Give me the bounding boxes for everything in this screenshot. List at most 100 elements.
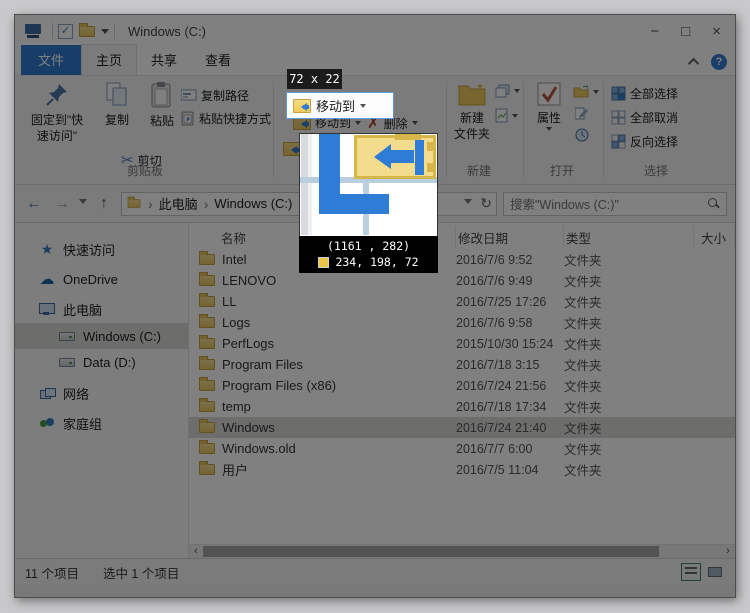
move-to-highlighted-button[interactable]: 移动到 bbox=[286, 92, 394, 119]
column-header-type[interactable]: 类型 bbox=[564, 226, 694, 249]
minimize-ribbon-icon[interactable] bbox=[688, 58, 699, 69]
file-row[interactable]: Program Files 2016/7/18 3:15 文件夹 bbox=[189, 354, 735, 375]
file-row[interactable]: 用户 2016/7/5 11:04 文件夹 bbox=[189, 459, 735, 480]
search-icon[interactable] bbox=[708, 198, 720, 210]
edit-button[interactable] bbox=[575, 107, 588, 120]
file-name: Windows.old bbox=[222, 441, 296, 456]
folder-icon bbox=[199, 275, 215, 286]
items-count: 11 个项目 bbox=[25, 563, 79, 582]
navigation-pane: ★ 快速访问 ☁ OneDrive 此电脑 Windows (C:) bbox=[15, 223, 189, 558]
file-name: LENOVO bbox=[222, 273, 276, 288]
invert-selection-button[interactable]: 反向选择 bbox=[611, 133, 678, 150]
new-folder-button[interactable]: 新建文件夹 bbox=[449, 82, 495, 142]
easy-access-button[interactable] bbox=[495, 84, 520, 98]
close-button[interactable]: × bbox=[712, 23, 721, 40]
drive-icon bbox=[59, 332, 75, 341]
breadcrumb-separator: › bbox=[200, 196, 213, 212]
history-button[interactable] bbox=[575, 128, 589, 142]
sidebar-item-this-pc[interactable]: 此电脑 bbox=[15, 295, 188, 323]
magnified-pixels bbox=[300, 134, 437, 235]
network-icon bbox=[40, 388, 55, 399]
file-row[interactable]: Windows.old 2016/7/7 6:00 文件夹 bbox=[189, 438, 735, 459]
color-swatch bbox=[318, 257, 329, 268]
file-name: 用户 bbox=[222, 460, 248, 479]
up-button[interactable]: ↑ bbox=[93, 195, 115, 213]
folder-icon bbox=[199, 464, 215, 475]
file-row[interactable]: Intel 2016/7/6 9:52 文件夹 bbox=[189, 249, 735, 270]
scroll-right-icon[interactable]: › bbox=[721, 545, 735, 558]
scrollbar-thumb[interactable] bbox=[203, 546, 659, 557]
paste-shortcut-icon bbox=[181, 111, 195, 126]
qat-dropdown-icon[interactable] bbox=[101, 29, 109, 38]
forward-button[interactable]: → bbox=[51, 195, 73, 213]
folder-icon bbox=[199, 380, 215, 391]
new-item-button[interactable] bbox=[495, 108, 518, 123]
select-none-button[interactable]: 全部取消 bbox=[611, 109, 678, 126]
new-group-label: 新建 bbox=[467, 162, 491, 179]
file-row[interactable]: PerfLogs 2015/10/30 15:24 文件夹 bbox=[189, 333, 735, 354]
properties-qat-icon[interactable]: ✓ bbox=[58, 24, 73, 39]
open-group-label: 打开 bbox=[550, 162, 574, 179]
copy-button[interactable]: 复制 bbox=[97, 82, 137, 128]
help-icon[interactable]: ? bbox=[711, 54, 727, 70]
tab-view[interactable]: 查看 bbox=[191, 45, 245, 75]
horizontal-scrollbar[interactable]: ‹ › bbox=[189, 544, 735, 558]
maximize-button[interactable]: □ bbox=[681, 23, 690, 40]
new-folder-icon bbox=[458, 82, 486, 106]
folder-icon bbox=[199, 296, 215, 307]
folder-icon bbox=[199, 443, 215, 454]
select-none-icon bbox=[611, 110, 626, 125]
file-row[interactable]: Logs 2016/7/6 9:58 文件夹 bbox=[189, 312, 735, 333]
sidebar-item-quick-access[interactable]: ★ 快速访问 bbox=[15, 235, 188, 263]
properties-button[interactable]: 属性 bbox=[529, 82, 569, 134]
column-header-size[interactable]: 大小 bbox=[694, 226, 735, 249]
breadcrumb-current[interactable]: Windows (C:) bbox=[214, 196, 292, 211]
edit-icon bbox=[575, 107, 588, 120]
copy-path-button[interactable]: 复制路径 bbox=[181, 87, 249, 104]
open-button[interactable] bbox=[573, 85, 599, 98]
tab-home[interactable]: 主页 bbox=[81, 44, 137, 75]
select-all-button[interactable]: 全部选择 bbox=[611, 85, 678, 102]
capture-info-panel: (1161 , 282) 234, 198, 72 bbox=[299, 236, 438, 273]
sidebar-item-windows-c[interactable]: Windows (C:) bbox=[15, 323, 188, 349]
large-icons-view-button[interactable] bbox=[705, 563, 725, 581]
file-row-selected[interactable]: Windows 2016/7/24 21:40 文件夹 bbox=[189, 417, 735, 438]
breadcrumb-this-pc[interactable]: 此电脑 bbox=[159, 194, 198, 213]
divider bbox=[114, 23, 115, 39]
sidebar-item-data-d[interactable]: Data (D:) bbox=[15, 349, 188, 375]
file-row[interactable]: Program Files (x86) 2016/7/24 21:56 文件夹 bbox=[189, 375, 735, 396]
address-dropdown-icon[interactable] bbox=[464, 199, 472, 208]
pin-to-quick-access-button[interactable]: 固定到"快速访问" bbox=[21, 82, 93, 144]
search-input[interactable]: 搜索"Windows (C:)" bbox=[503, 192, 727, 216]
sidebar-item-onedrive[interactable]: ☁ OneDrive bbox=[15, 265, 188, 293]
file-row[interactable]: temp 2016/7/18 17:34 文件夹 bbox=[189, 396, 735, 417]
file-row[interactable]: LENOVO 2016/7/6 9:49 文件夹 bbox=[189, 270, 735, 291]
drive-icon bbox=[59, 358, 75, 367]
file-name: PerfLogs bbox=[222, 336, 274, 351]
tab-share[interactable]: 共享 bbox=[137, 45, 191, 75]
sidebar-item-network[interactable]: 网络 bbox=[15, 379, 188, 407]
quick-access-star-icon: ★ bbox=[39, 241, 55, 258]
breadcrumb-separator: › bbox=[144, 196, 157, 212]
scroll-left-icon[interactable]: ‹ bbox=[189, 545, 203, 558]
file-name: Program Files (x86) bbox=[222, 378, 336, 393]
sidebar-item-homegroup[interactable]: 家庭组 bbox=[15, 409, 188, 437]
clipboard-group-label: 剪贴板 bbox=[127, 162, 163, 179]
paste-button[interactable]: 粘贴 bbox=[141, 82, 183, 129]
move-to-icon bbox=[293, 99, 311, 113]
details-view-button[interactable] bbox=[681, 563, 701, 581]
file-name: Intel bbox=[222, 252, 247, 267]
column-header-date[interactable]: 修改日期 bbox=[456, 226, 564, 249]
pin-icon bbox=[45, 82, 69, 108]
refresh-icon[interactable]: ↻ bbox=[480, 195, 492, 212]
file-name: LL bbox=[222, 294, 236, 309]
file-row[interactable]: LL 2016/7/25 17:26 文件夹 bbox=[189, 291, 735, 312]
status-bar: 11 个项目 选中 1 个项目 bbox=[15, 558, 735, 585]
tab-file[interactable]: 文件 bbox=[21, 45, 81, 75]
new-folder-qat-icon[interactable] bbox=[79, 26, 95, 37]
recent-locations-icon[interactable] bbox=[79, 199, 87, 208]
minimize-button[interactable]: − bbox=[650, 23, 659, 40]
dropdown-arrow-icon bbox=[360, 104, 366, 111]
back-button[interactable]: ← bbox=[23, 195, 45, 213]
paste-shortcut-button[interactable]: 粘贴快捷方式 bbox=[181, 110, 271, 127]
